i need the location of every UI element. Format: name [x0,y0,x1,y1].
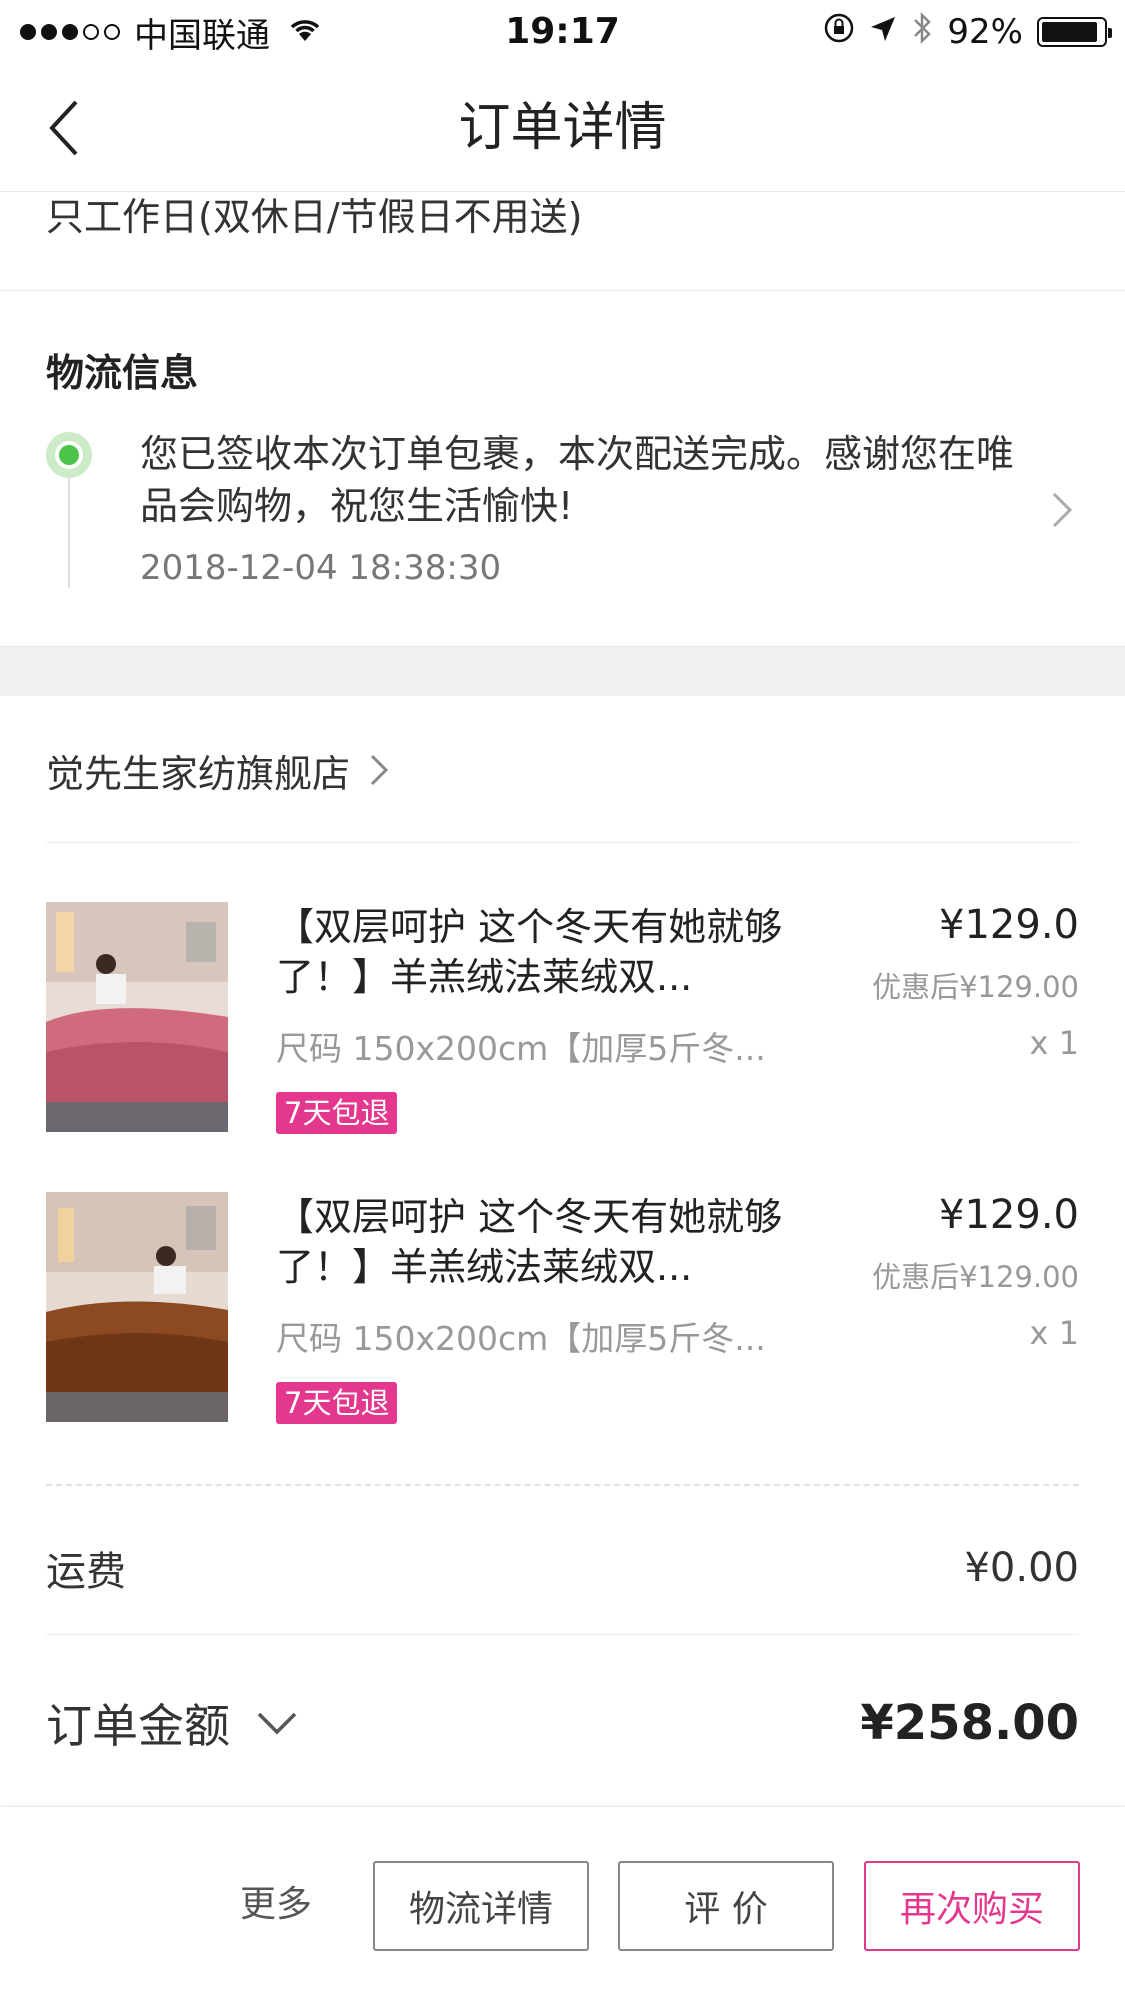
delivery-note: 只工作日(双休日/节假日不用送) [46,195,583,239]
page-title: 订单详情 [458,98,667,158]
product-quantity: x 1 [1029,1024,1079,1062]
status-left: 中国联通 [20,8,322,56]
product-image[interactable] [46,1192,228,1422]
carrier-label: 中国联通 [134,15,270,56]
total-row[interactable]: 订单金额 ¥258.00 [46,1690,1079,1756]
total-label: 订单金额 [46,1699,230,1753]
total-value: ¥258.00 [860,1695,1079,1751]
review-button[interactable]: 评 价 [618,1861,834,1951]
product-title[interactable]: 【双层呵护 这个冬天有她就够了！】羊羔绒法莱绒双... [276,1192,816,1292]
shipping-row: 运费 ¥0.00 [46,1540,1079,1596]
logistics-title: 物流信息 [46,351,199,395]
battery-percent: 92% [947,12,1023,52]
back-button[interactable] [28,92,100,164]
bottom-action-bar: 更多 物流详情 评 价 再次购买 [0,1806,1125,2001]
more-link[interactable]: 更多 [240,1875,312,1927]
bluetooth-icon [911,11,933,54]
product-spec: 尺码 150x200cm【加厚5斤冬... [276,1319,766,1358]
product-title[interactable]: 【双层呵护 这个冬天有她就够了！】羊羔绒法莱绒双... [276,902,816,1002]
return-badge: 7天包退 [276,1092,398,1134]
product-quantity: x 1 [1029,1314,1079,1352]
divider [46,842,1079,843]
status-bar: 中国联通 19:17 92% [0,0,1125,64]
list-item[interactable]: 【双层呵护 这个冬天有她就够了！】羊羔绒法莱绒双... ¥129.0 优惠后¥1… [0,1192,1125,1432]
battery-icon [1037,17,1112,47]
product-spec: 尺码 150x200cm【加厚5斤冬... [276,1029,766,1068]
chevron-right-icon[interactable] [1050,490,1090,536]
chevron-right-icon [370,754,389,786]
wifi-icon [288,12,322,52]
list-item[interactable]: 【双层呵护 这个冬天有她就够了！】羊羔绒法莱绒双... ¥129.0 优惠后¥1… [0,902,1125,1142]
nav-bar: 订单详情 [0,64,1125,192]
total-label-group[interactable]: 订单金额 [46,1690,298,1756]
store-name[interactable]: 觉先生家纺旗舰店 [46,743,350,798]
signal-icon [20,24,120,40]
logistics-message[interactable]: 您已签收本次订单包裹，本次配送完成。感谢您在唯品会购物，祝您生活愉快! [140,428,1040,532]
timeline-line [68,478,70,588]
store-row[interactable]: 觉先生家纺旗舰店 [46,742,390,798]
logistics-time: 2018-12-04 18:38:30 [140,548,502,588]
status-dot-icon [46,432,92,478]
section-gap [0,646,1125,696]
chevron-down-icon [257,1712,297,1735]
product-price: ¥129.0 [939,1192,1079,1238]
chevron-left-icon [49,100,78,156]
divider [0,290,1125,291]
product-price: ¥129.0 [939,902,1079,948]
product-image[interactable] [46,902,228,1132]
dashed-divider [46,1484,1079,1486]
shipping-label: 运费 [46,1549,126,1595]
buy-again-button[interactable]: 再次购买 [864,1861,1080,1951]
product-discount-price: 优惠后¥129.00 [872,1260,1079,1294]
product-discount-price: 优惠后¥129.00 [872,970,1079,1004]
status-right: 92% [823,8,1112,56]
logistics-detail-button[interactable]: 物流详情 [373,1861,589,1951]
rotation-lock-icon [823,12,855,53]
return-badge: 7天包退 [276,1382,398,1424]
divider [46,1634,1079,1635]
shipping-value: ¥0.00 [964,1545,1079,1591]
location-icon [869,12,897,52]
